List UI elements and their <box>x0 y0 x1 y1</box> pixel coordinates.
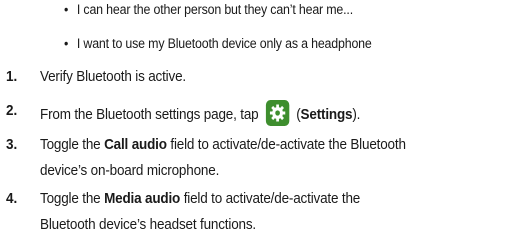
step-text: Verify Bluetooth is active. <box>40 68 186 85</box>
step-text: From the Bluetooth settings page, tap (S… <box>40 100 361 128</box>
step-text-close: ). <box>352 105 361 123</box>
bullet-item: • I want to use my Bluetooth device only … <box>64 36 372 51</box>
bullet-dot: • <box>64 2 69 17</box>
step-number: 1. <box>6 68 18 85</box>
instruction-document: • I can hear the other person but they ca… <box>0 0 528 242</box>
step-text-pre: Toggle the <box>40 136 101 153</box>
step-text-line2: device’s on-board microphone. <box>40 162 220 179</box>
step-text-post: field to activate/de-activate the Blueto… <box>170 136 406 153</box>
step-text: Toggle the Media audio field to activate… <box>40 190 360 207</box>
step-text-pre: Toggle the <box>40 190 101 207</box>
step-number: 2. <box>6 102 18 119</box>
bullet-text: I want to use my Bluetooth device only a… <box>76 36 372 51</box>
bullet-item: • I can hear the other person but they ca… <box>64 2 353 17</box>
settings-label: Settings <box>300 105 353 123</box>
bullet-dot: • <box>64 36 69 51</box>
step-text: Toggle the Call audio field to activate/… <box>40 136 406 153</box>
step-number: 4. <box>6 190 18 207</box>
step-text-pre: From the Bluetooth settings page, tap <box>40 105 259 123</box>
settings-gear-icon <box>265 100 290 126</box>
step-text-line2: Bluetooth device’s headset functions. <box>40 216 256 233</box>
step-text-post: field to activate/de-activate the <box>183 190 361 207</box>
bullet-text: I can hear the other person but they can… <box>76 2 353 17</box>
call-audio-label: Call audio <box>104 136 167 153</box>
step-number: 3. <box>6 136 18 153</box>
media-audio-label: Media audio <box>104 190 181 207</box>
